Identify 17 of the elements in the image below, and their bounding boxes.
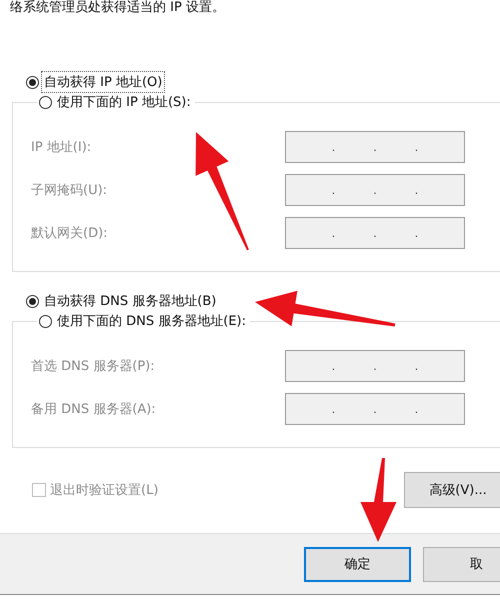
radio-label[interactable]: 使用下面的 DNS 服务器地址(E):	[55, 311, 248, 331]
radio-button[interactable]	[39, 96, 52, 108]
field-label: 默认网关(D):	[31, 225, 108, 242]
advanced-button[interactable]: 高级(V)...	[404, 472, 500, 508]
radio-label[interactable]: 使用下面的 IP 地址(S):	[55, 92, 193, 112]
ok-button[interactable]: 确定	[304, 546, 411, 582]
radio-label[interactable]: 自动获得 IP 地址(O)	[42, 72, 164, 92]
cancel-button[interactable]: 取	[423, 546, 500, 582]
field-label: 子网掩码(U):	[31, 182, 108, 199]
field-label: IP 地址(I):	[31, 139, 92, 156]
radio-label[interactable]: 自动获得 DNS 服务器地址(B)	[42, 291, 218, 311]
field-label: 首选 DNS 服务器(P):	[31, 358, 155, 375]
radio-button[interactable]	[39, 314, 52, 328]
field-label: 备用 DNS 服务器(A):	[31, 401, 156, 418]
intro-text: 络系统管理员处获得适当的 IP 设置。	[9, 0, 226, 15]
radio-button[interactable]	[26, 76, 39, 88]
radio-button[interactable]	[26, 294, 39, 308]
